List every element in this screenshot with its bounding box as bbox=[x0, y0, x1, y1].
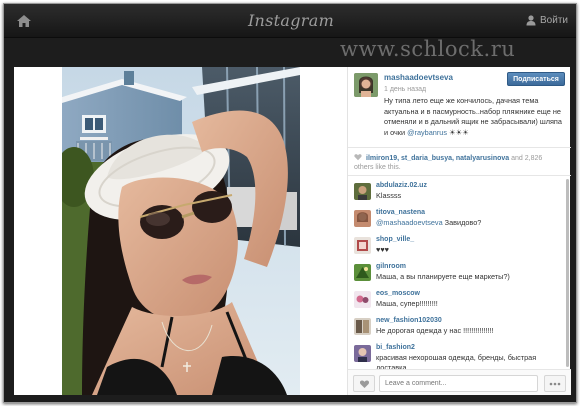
comment-body: Маша, а вы планируете еще маркеты?) bbox=[376, 272, 510, 281]
likes-others-label: others like this. bbox=[354, 164, 401, 171]
heart-icon bbox=[359, 379, 369, 388]
post-card: mashaadoevtseva Подписаться 1 день назад… bbox=[14, 67, 571, 395]
divider bbox=[348, 175, 571, 176]
comment-body: Завидово? bbox=[442, 218, 482, 227]
caption-emoji: ☀☀☀ bbox=[449, 127, 469, 137]
more-options-button[interactable] bbox=[544, 375, 566, 392]
comment-avatar[interactable] bbox=[354, 237, 371, 254]
divider bbox=[348, 147, 571, 148]
comment-username[interactable]: bi_fashion2 bbox=[376, 344, 415, 351]
scrollbar-thumb[interactable] bbox=[566, 179, 569, 367]
instagram-logo[interactable]: Instagram bbox=[4, 11, 576, 30]
post-header: mashaadoevtseva Подписаться 1 день назад… bbox=[348, 67, 571, 145]
comment-body: Маша, супер!!!!!!!!! bbox=[376, 299, 438, 308]
comment-text: @mashaadoevtseva Завидово? bbox=[376, 218, 566, 228]
heart-icon bbox=[354, 154, 362, 161]
post-caption: Ну типа лето еще же кончилось, дачная те… bbox=[384, 96, 566, 138]
comment-username[interactable]: titova_nastena bbox=[376, 209, 425, 216]
like-button[interactable] bbox=[353, 375, 375, 392]
selfie-image bbox=[62, 67, 300, 395]
comment-avatar[interactable] bbox=[354, 264, 371, 281]
comment-item: titova_nastena @mashaadoevtseva Завидово… bbox=[348, 206, 571, 236]
user-icon bbox=[526, 15, 536, 26]
post-sidebar: mashaadoevtseva Подписаться 1 день назад… bbox=[347, 67, 571, 395]
comment-footer bbox=[348, 369, 571, 395]
comment-item: eos_moscow Маша, супер!!!!!!!!! bbox=[348, 287, 571, 317]
comment-body: ♥♥♥ bbox=[376, 245, 389, 254]
comment-avatar[interactable] bbox=[354, 183, 371, 200]
comment-avatar[interactable] bbox=[354, 291, 371, 308]
comment-username[interactable]: eos_moscow bbox=[376, 290, 420, 297]
owner-avatar[interactable] bbox=[354, 73, 378, 97]
owner-username[interactable]: mashaadoevtseva bbox=[384, 73, 453, 82]
comment-username[interactable]: gilnroom bbox=[376, 263, 406, 270]
comment-avatar[interactable] bbox=[354, 345, 371, 362]
comment-text: Не дорогая одежда у нас !!!!!!!!!!!!!!! bbox=[376, 326, 566, 336]
likers-list[interactable]: ilmiron19, st_daria_busya, natalyarusino… bbox=[366, 155, 509, 162]
comment-body: Не дорогая одежда у нас !!!!!!!!!!!!!!! bbox=[376, 326, 494, 335]
comment-item: gilnroom Маша, а вы планируете еще марке… bbox=[348, 260, 571, 290]
comments-scrollbar[interactable] bbox=[566, 179, 570, 369]
comment-item: new_fashion102030 Не дорогая одежда у на… bbox=[348, 314, 571, 344]
follow-button[interactable]: Подписаться bbox=[507, 72, 565, 86]
top-bar: Instagram Войти bbox=[4, 4, 576, 38]
comment-body: Klassss bbox=[376, 191, 402, 200]
comment-item: bi_fashion2 красивая нехорошая одежда, б… bbox=[348, 341, 571, 372]
comment-username[interactable]: shop_ville_ bbox=[376, 236, 414, 243]
comment-input[interactable] bbox=[379, 375, 538, 392]
comment-avatar[interactable] bbox=[354, 318, 371, 335]
login-label: Войти bbox=[540, 14, 568, 26]
comment-text: Маша, а вы планируете еще маркеты?) bbox=[376, 272, 566, 282]
header-strip bbox=[4, 39, 576, 67]
caption-tag[interactable]: @raybanrus bbox=[407, 128, 447, 137]
browser-frame: Instagram Войти www.schlock.ru mashaadoe… bbox=[3, 3, 577, 403]
comment-item: shop_ville_ ♥♥♥ bbox=[348, 233, 571, 263]
likes-summary: ilmiron19, st_daria_busya, natalyarusino… bbox=[354, 153, 566, 172]
comment-text: ♥♥♥ bbox=[376, 245, 566, 255]
photo-area bbox=[14, 67, 347, 395]
comment-avatar[interactable] bbox=[354, 210, 371, 227]
likes-count[interactable]: and 2,826 bbox=[511, 155, 542, 162]
comment-mention[interactable]: @mashaadoevtseva bbox=[376, 218, 443, 227]
comment-text: Маша, супер!!!!!!!!! bbox=[376, 299, 566, 309]
post-timestamp[interactable]: 1 день назад bbox=[384, 86, 426, 93]
comment-username[interactable]: abdulaziz.02.uz bbox=[376, 182, 427, 189]
login-link[interactable]: Войти bbox=[525, 14, 568, 26]
comment-text: Klassss bbox=[376, 191, 566, 201]
post-photo[interactable] bbox=[62, 67, 300, 395]
comment-item: abdulaziz.02.uz Klassss bbox=[348, 179, 571, 209]
ellipsis-icon bbox=[549, 382, 561, 385]
comment-username[interactable]: new_fashion102030 bbox=[376, 317, 442, 324]
